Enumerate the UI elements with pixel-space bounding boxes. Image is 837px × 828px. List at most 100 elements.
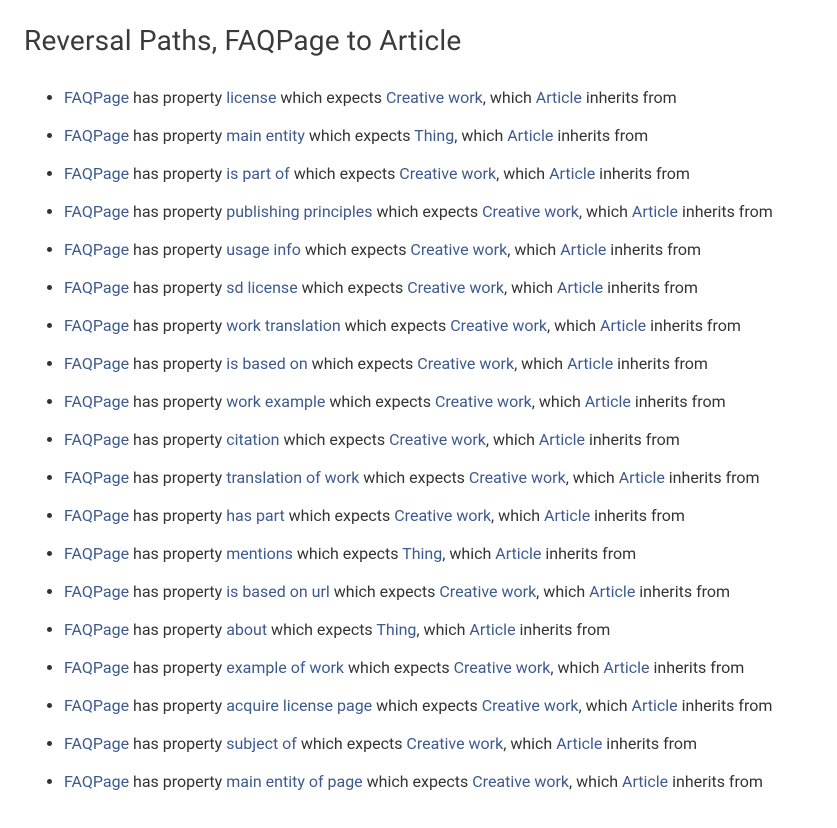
- static-text: has property: [129, 392, 226, 411]
- list-item: FAQPage has property example of work whi…: [64, 656, 813, 680]
- subject-link[interactable]: FAQPage: [64, 278, 129, 297]
- subject-link[interactable]: FAQPage: [64, 582, 129, 601]
- subject-link[interactable]: FAQPage: [64, 544, 129, 563]
- property-link[interactable]: is based on url: [226, 582, 330, 601]
- subject-link[interactable]: FAQPage: [64, 772, 129, 791]
- property-link[interactable]: license: [226, 88, 276, 107]
- list-item: FAQPage has property subject of which ex…: [64, 732, 813, 756]
- property-link[interactable]: example of work: [226, 658, 344, 677]
- expects-link[interactable]: Creative work: [435, 392, 532, 411]
- expects-link[interactable]: Creative work: [394, 506, 491, 525]
- static-text: which expects: [305, 126, 414, 145]
- inheritor-link[interactable]: Article: [619, 468, 665, 487]
- subject-link[interactable]: FAQPage: [64, 620, 129, 639]
- static-text: , which: [442, 544, 495, 563]
- inheritor-link[interactable]: Article: [536, 88, 582, 107]
- inheritor-link[interactable]: Article: [585, 392, 631, 411]
- subject-link[interactable]: FAQPage: [64, 658, 129, 677]
- property-link[interactable]: acquire license page: [226, 696, 372, 715]
- expects-link[interactable]: Creative work: [482, 696, 579, 715]
- subject-link[interactable]: FAQPage: [64, 126, 129, 145]
- subject-link[interactable]: FAQPage: [64, 88, 129, 107]
- inheritor-link[interactable]: Article: [556, 734, 602, 753]
- inheritor-link[interactable]: Article: [495, 544, 541, 563]
- static-text: which expects: [359, 468, 469, 487]
- static-text: inherits from: [516, 620, 611, 639]
- property-link[interactable]: is part of: [226, 164, 290, 183]
- subject-link[interactable]: FAQPage: [64, 734, 129, 753]
- inheritor-link[interactable]: Article: [632, 696, 678, 715]
- subject-link[interactable]: FAQPage: [64, 392, 129, 411]
- subject-link[interactable]: FAQPage: [64, 506, 129, 525]
- static-text: which expects: [293, 544, 402, 563]
- inheritor-link[interactable]: Article: [603, 658, 649, 677]
- static-text: , which: [496, 164, 549, 183]
- property-link[interactable]: is based on: [226, 354, 308, 373]
- expects-link[interactable]: Creative work: [406, 734, 503, 753]
- expects-link[interactable]: Creative work: [482, 202, 579, 221]
- subject-link[interactable]: FAQPage: [64, 696, 129, 715]
- static-text: has property: [129, 202, 226, 221]
- inheritor-link[interactable]: Article: [507, 126, 553, 145]
- subject-link[interactable]: FAQPage: [64, 240, 129, 259]
- expects-link[interactable]: Thing: [402, 544, 442, 563]
- subject-link[interactable]: FAQPage: [64, 354, 129, 373]
- list-item: FAQPage has property is part of which ex…: [64, 162, 813, 186]
- property-link[interactable]: main entity: [226, 126, 305, 145]
- expects-link[interactable]: Creative work: [399, 164, 496, 183]
- property-link[interactable]: sd license: [226, 278, 297, 297]
- static-text: , which: [579, 202, 632, 221]
- static-text: , which: [491, 506, 544, 525]
- expects-link[interactable]: Creative work: [386, 88, 483, 107]
- inheritor-link[interactable]: Article: [549, 164, 595, 183]
- expects-link[interactable]: Creative work: [454, 658, 551, 677]
- inheritor-link[interactable]: Article: [632, 202, 678, 221]
- inheritor-link[interactable]: Article: [560, 240, 606, 259]
- expects-link[interactable]: Thing: [376, 620, 416, 639]
- subject-link[interactable]: FAQPage: [64, 430, 129, 449]
- inheritor-link[interactable]: Article: [544, 506, 590, 525]
- subject-link[interactable]: FAQPage: [64, 202, 129, 221]
- inheritor-link[interactable]: Article: [557, 278, 603, 297]
- property-link[interactable]: translation of work: [226, 468, 359, 487]
- static-text: which expects: [301, 240, 411, 259]
- static-text: , which: [579, 696, 632, 715]
- property-link[interactable]: mentions: [226, 544, 293, 563]
- static-text: inherits from: [590, 506, 685, 525]
- static-text: inherits from: [606, 240, 701, 259]
- static-text: , which: [483, 88, 536, 107]
- expects-link[interactable]: Thing: [414, 126, 454, 145]
- property-link[interactable]: publishing principles: [226, 202, 372, 221]
- static-text: , which: [514, 354, 567, 373]
- inheritor-link[interactable]: Article: [567, 354, 613, 373]
- subject-link[interactable]: FAQPage: [64, 164, 129, 183]
- inheritor-link[interactable]: Article: [589, 582, 635, 601]
- static-text: has property: [129, 772, 226, 791]
- expects-link[interactable]: Creative work: [450, 316, 547, 335]
- subject-link[interactable]: FAQPage: [64, 468, 129, 487]
- property-link[interactable]: about: [226, 620, 267, 639]
- expects-link[interactable]: Creative work: [410, 240, 507, 259]
- inheritor-link[interactable]: Article: [622, 772, 668, 791]
- property-link[interactable]: work translation: [226, 316, 340, 335]
- static-text: has property: [129, 240, 226, 259]
- expects-link[interactable]: Creative work: [407, 278, 504, 297]
- property-link[interactable]: citation: [226, 430, 279, 449]
- subject-link[interactable]: FAQPage: [64, 316, 129, 335]
- expects-link[interactable]: Creative work: [469, 468, 566, 487]
- expects-link[interactable]: Creative work: [439, 582, 536, 601]
- list-item: FAQPage has property translation of work…: [64, 466, 813, 490]
- property-link[interactable]: subject of: [226, 734, 297, 753]
- static-text: which expects: [297, 734, 407, 753]
- expects-link[interactable]: Creative work: [389, 430, 486, 449]
- property-link[interactable]: usage info: [226, 240, 301, 259]
- inheritor-link[interactable]: Article: [600, 316, 646, 335]
- expects-link[interactable]: Creative work: [417, 354, 514, 373]
- inheritor-link[interactable]: Article: [469, 620, 515, 639]
- property-link[interactable]: main entity of page: [226, 772, 362, 791]
- property-link[interactable]: work example: [226, 392, 325, 411]
- expects-link[interactable]: Creative work: [472, 772, 569, 791]
- static-text: inherits from: [603, 278, 698, 297]
- inheritor-link[interactable]: Article: [539, 430, 585, 449]
- property-link[interactable]: has part: [226, 506, 284, 525]
